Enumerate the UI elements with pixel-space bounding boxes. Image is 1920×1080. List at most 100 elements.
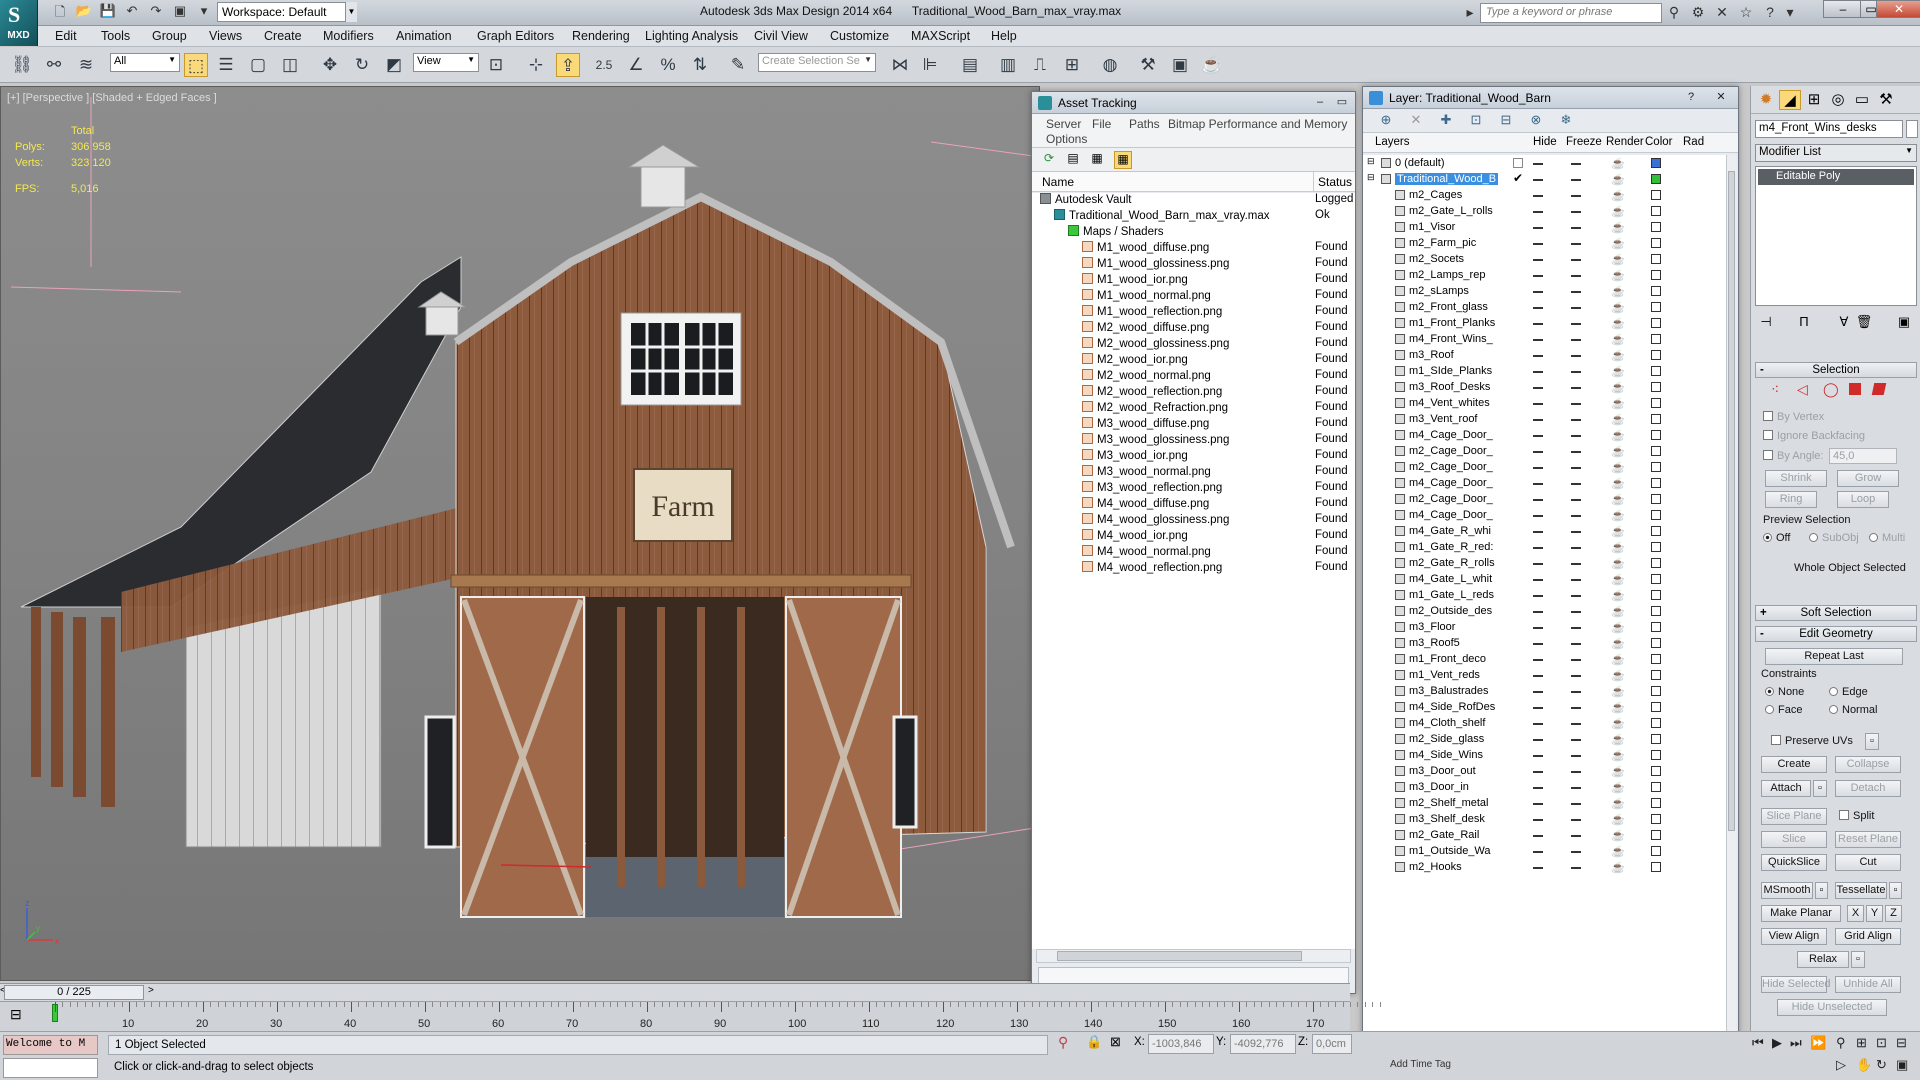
workspace-select[interactable]: Workspace: Default (217, 2, 357, 22)
layer-color-swatch[interactable] (1651, 318, 1661, 328)
planar-y-button[interactable]: Y (1866, 905, 1883, 922)
layer-color-swatch[interactable] (1651, 286, 1661, 296)
layer-color-swatch[interactable] (1651, 782, 1661, 792)
render-teapot-icon[interactable]: ☕ (1611, 541, 1625, 554)
utilities-tab-icon[interactable]: ⚒ (1875, 90, 1897, 110)
layer-row[interactable]: m4_Gate_L_whit ☕ (1363, 571, 1726, 587)
hide-toggle[interactable] (1533, 867, 1543, 869)
hide-toggle[interactable] (1533, 355, 1543, 357)
show-end-result-icon[interactable]: Π (1795, 314, 1813, 332)
layer-name[interactable]: m4_Cloth_shelf (1409, 717, 1485, 729)
layer-manager-icon[interactable]: ▤ (958, 53, 982, 77)
rectangular-selection-icon[interactable]: ▢ (246, 53, 270, 77)
layer-row[interactable]: m3_Floor ☕ (1363, 619, 1726, 635)
graphite-ribbon-icon[interactable]: ▥ (996, 53, 1020, 77)
hide-toggle[interactable] (1533, 307, 1543, 309)
layer-name[interactable]: m1_Gate_R_red: (1409, 541, 1493, 553)
layer-row[interactable]: m2_Shelf_metal ☕ (1363, 795, 1726, 811)
hide-toggle[interactable] (1533, 211, 1543, 213)
layer-color-swatch[interactable] (1651, 238, 1661, 248)
layer-color-swatch[interactable] (1651, 542, 1661, 552)
shrink-button[interactable]: Shrink (1765, 470, 1827, 487)
freeze-toggle[interactable] (1571, 259, 1581, 261)
play-icon[interactable]: ▶ (1772, 1035, 1782, 1051)
zoom-all-icon[interactable]: ⊞ (1856, 1035, 1867, 1051)
hide-toggle[interactable] (1533, 371, 1543, 373)
column-name[interactable]: Name (1042, 175, 1074, 189)
layer-color-swatch[interactable] (1651, 254, 1661, 264)
freeze-toggle[interactable] (1571, 355, 1581, 357)
hide-toggle[interactable] (1533, 659, 1543, 661)
layer-row[interactable]: m1_Front_deco ☕ (1363, 651, 1726, 667)
render-teapot-icon[interactable]: ☕ (1611, 253, 1625, 266)
freeze-toggle[interactable] (1571, 835, 1581, 837)
chevron-down-icon[interactable]: ▼ (345, 2, 357, 22)
render-teapot-icon[interactable]: ☕ (1611, 477, 1625, 490)
layer-row[interactable]: m2_Front_glass ☕ (1363, 299, 1726, 315)
column-color[interactable]: Color (1645, 136, 1672, 148)
layer-name[interactable]: m3_Roof5 (1409, 637, 1460, 649)
view-align-button[interactable]: View Align (1761, 928, 1827, 945)
render-teapot-icon[interactable]: ☕ (1611, 205, 1625, 218)
hide-toggle[interactable] (1533, 179, 1543, 181)
asset-row[interactable]: Maps / Shaders (1032, 225, 1355, 241)
hide-toggle[interactable] (1533, 835, 1543, 837)
freeze-toggle[interactable] (1571, 243, 1581, 245)
render-production-icon[interactable]: ☕ (1200, 53, 1224, 77)
add-to-layer-icon[interactable]: ✚ (1437, 112, 1455, 130)
menu-help[interactable]: Help (991, 29, 1017, 43)
y-coordinate-field[interactable]: -4092,776 (1230, 1034, 1296, 1054)
layer-name[interactable]: m2_Shelf_metal (1409, 797, 1489, 809)
current-layer-checkbox[interactable] (1513, 158, 1523, 168)
favorites-star-icon[interactable]: ☆ (1736, 4, 1756, 22)
minimize-button[interactable]: – (1823, 0, 1863, 18)
layer-name[interactable]: m2_Gate_Rail (1409, 829, 1479, 841)
slice-button[interactable]: Slice (1761, 831, 1827, 848)
layer-name[interactable]: m3_Roof (1409, 349, 1454, 361)
render-teapot-icon[interactable]: ☕ (1611, 669, 1625, 682)
freeze-toggle[interactable] (1571, 323, 1581, 325)
selection-rollout-header[interactable]: - Selection (1755, 362, 1917, 378)
layer-row[interactable]: m1_Vent_reds ☕ (1363, 667, 1726, 683)
hide-toggle[interactable] (1533, 419, 1543, 421)
by-vertex-checkbox[interactable]: By Vertex (1763, 411, 1824, 423)
schematic-view-icon[interactable]: ⊞ (1060, 53, 1084, 77)
preview-multi-radio[interactable]: Multi (1869, 532, 1905, 544)
freeze-toggle[interactable] (1571, 579, 1581, 581)
hide-toggle[interactable] (1533, 611, 1543, 613)
go-to-start-icon[interactable]: ⏮ (1752, 1035, 1764, 1051)
freeze-toggle[interactable] (1571, 691, 1581, 693)
hide-toggle[interactable] (1533, 675, 1543, 677)
attach-button[interactable]: Attach (1761, 780, 1811, 797)
menu-modifiers[interactable]: Modifiers (323, 29, 374, 43)
asset-row[interactable]: Traditional_Wood_Barn_max_vray.max Ok (1032, 209, 1355, 225)
asset-row[interactable]: M3_wood_diffuse.png Found (1032, 417, 1355, 433)
layer-row[interactable]: m2_Lamps_rep ☕ (1363, 267, 1726, 283)
render-teapot-icon[interactable]: ☕ (1611, 221, 1625, 234)
render-teapot-icon[interactable]: ☕ (1611, 157, 1625, 170)
menu-maxscript[interactable]: MAXScript (911, 29, 970, 43)
quickslice-button[interactable]: QuickSlice (1761, 854, 1827, 871)
constraint-none-radio[interactable]: None (1765, 686, 1804, 698)
render-teapot-icon[interactable]: ☕ (1611, 381, 1625, 394)
window-crossing-icon[interactable]: ◫ (278, 53, 302, 77)
zoom-icon[interactable]: ⚲ (1836, 1035, 1846, 1051)
layer-name[interactable]: m1_Outside_Wa (1409, 845, 1491, 857)
maxscript-input-mini[interactable] (3, 1058, 98, 1078)
menu-graph-editors[interactable]: Graph Editors (477, 29, 554, 43)
grid-align-button[interactable]: Grid Align (1835, 928, 1901, 945)
table-view-icon[interactable]: ▦ (1114, 151, 1132, 169)
menu-create[interactable]: Create (264, 29, 302, 43)
asset-row[interactable]: M4_wood_glossiness.png Found (1032, 513, 1355, 529)
layer-row[interactable]: ⊟ 0 (default) ☕ (1363, 155, 1726, 171)
layer-name[interactable]: 0 (default) (1395, 157, 1445, 169)
layer-row[interactable]: m3_Shelf_desk ☕ (1363, 811, 1726, 827)
asset-row[interactable]: M2_wood_ior.png Found (1032, 353, 1355, 369)
layer-color-swatch[interactable] (1651, 814, 1661, 824)
layer-row[interactable]: m2_sLamps ☕ (1363, 283, 1726, 299)
layer-name[interactable]: m3_Vent_roof (1409, 413, 1478, 425)
hide-toggle[interactable] (1533, 787, 1543, 789)
layer-color-swatch[interactable] (1651, 686, 1661, 696)
layer-color-swatch[interactable] (1651, 414, 1661, 424)
at-menu-bitmap-performance[interactable]: Bitmap Performance and Memory (1168, 117, 1347, 131)
